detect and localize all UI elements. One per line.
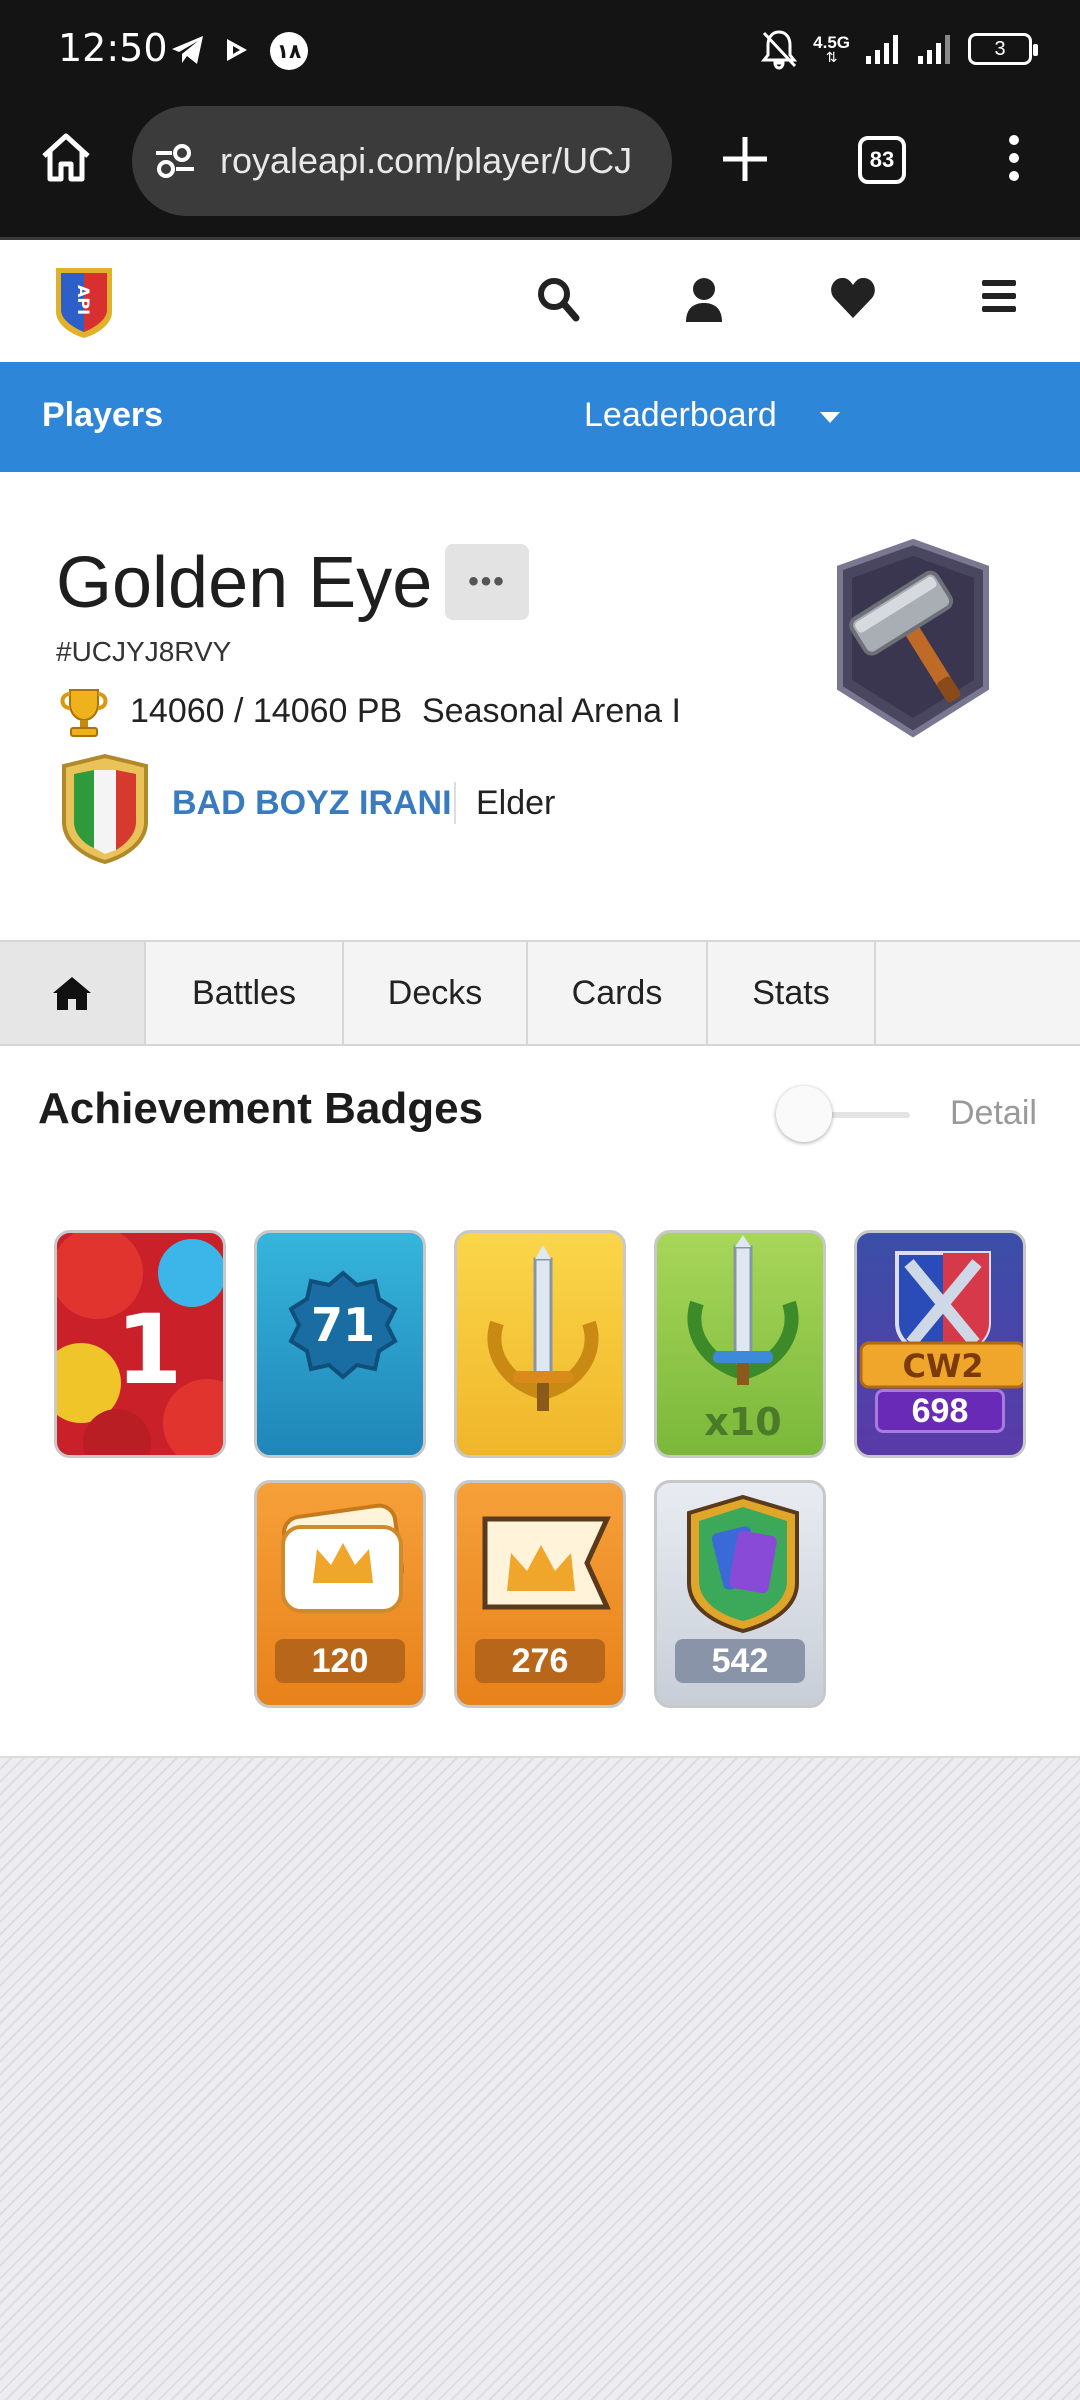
url-text[interactable]: royaleapi.com/player/UCJ [220, 140, 650, 182]
level-badge[interactable]: 71 [254, 1230, 426, 1458]
badge-value: 542 [675, 1639, 805, 1683]
notification-icon: ١٨ [270, 32, 308, 70]
section-nav: Players Leaderboard [0, 362, 1080, 472]
achievement-badges-section: Achievement Badges Detail 1 71 x10 CW2 6… [0, 1046, 1080, 1758]
address-bar[interactable]: royaleapi.com/player/UCJ [132, 106, 672, 216]
clan-role: Elder [476, 784, 556, 822]
card-collection-badge[interactable]: 542 [654, 1480, 826, 1708]
detail-label: Detail [950, 1094, 1037, 1132]
home-icon[interactable] [38, 130, 94, 186]
clan-link[interactable]: BAD BOYZ IRANI [172, 784, 452, 823]
status-bar: 12:50 ١٨ 4.5G ⇅ 3 [0, 0, 1080, 100]
clan-wars-badge[interactable]: CW2 698 [854, 1230, 1026, 1458]
signal-icon [866, 35, 898, 64]
trophy-count: 14060 / 14060 PB [130, 692, 403, 730]
player-name: Golden Eye [56, 543, 433, 623]
tab-stats[interactable]: Stats [708, 942, 876, 1044]
battery-icon: 3 [968, 33, 1038, 65]
badge-value: 276 [475, 1639, 605, 1683]
gold-sword-icon [487, 1245, 599, 1411]
clan-badge-icon[interactable] [56, 752, 154, 866]
logo-text: API [74, 285, 93, 315]
divider [454, 782, 456, 824]
site-header: API [0, 240, 1080, 362]
crown-card-badge[interactable]: 120 [254, 1480, 426, 1708]
browser-toolbar: royaleapi.com/player/UCJ 83 [0, 100, 1080, 240]
green-sword-icon: x10 [687, 1235, 799, 1444]
tab-home[interactable] [0, 942, 146, 1044]
badge-value: 1 [116, 1294, 183, 1406]
status-right: 4.5G ⇅ 3 [759, 28, 1038, 70]
status-time: 12:50 [58, 26, 168, 70]
arena-hammer-icon [837, 538, 989, 738]
balloons-icon: 1 [57, 1233, 223, 1455]
network-indicator: 4.5G ⇅ [813, 34, 850, 65]
player-tag: #UCJYJ8RVY [56, 636, 232, 667]
chevron-down-icon[interactable] [820, 412, 840, 423]
user-icon[interactable] [684, 276, 724, 324]
gold-sword-badge[interactable] [454, 1230, 626, 1458]
section-title: Achievement Badges [38, 1084, 484, 1133]
signal-icon-2 [918, 35, 950, 64]
tab-switcher-button[interactable]: 83 [858, 136, 906, 184]
more-vert-icon[interactable] [1000, 130, 1028, 186]
site-settings-icon[interactable] [152, 141, 198, 181]
badge-value: 71 [311, 1298, 375, 1352]
badge-value: x10 [704, 1400, 781, 1444]
data-arrows-icon: ⇅ [825, 49, 838, 65]
badge-value: 120 [275, 1639, 405, 1683]
green-sword-badge[interactable]: x10 [654, 1230, 826, 1458]
crown-flag-badge[interactable]: 276 [454, 1480, 626, 1708]
tab-battles[interactable]: Battles [146, 942, 344, 1044]
more-options-button[interactable]: ••• [445, 544, 529, 620]
level-star-icon: 71 [288, 1270, 398, 1380]
play-icon [227, 39, 247, 61]
tab-cards[interactable]: Cards [528, 942, 708, 1044]
new-tab-icon[interactable] [718, 132, 772, 186]
detail-toggle[interactable] [776, 1086, 832, 1142]
ranked-1-badge[interactable]: 1 [54, 1230, 226, 1458]
nav-players[interactable]: Players [42, 396, 163, 435]
player-profile: Golden Eye ••• #UCJYJ8RVY 14060 / 14060 … [0, 472, 1080, 940]
home-icon [53, 977, 91, 1010]
telegram-icon [172, 36, 203, 64]
profile-tabs: Battles Decks Cards Stats [0, 940, 1080, 1046]
badge-label: CW2 [902, 1347, 983, 1385]
arena-name: Seasonal Arena I [422, 692, 681, 730]
royaleapi-logo[interactable]: API [50, 262, 118, 340]
nav-leaderboard[interactable]: Leaderboard [584, 396, 777, 435]
empty-background [0, 1758, 1080, 2400]
badge-value: 698 [875, 1389, 1005, 1433]
trophy-icon [60, 689, 108, 737]
hamburger-menu-icon[interactable] [980, 276, 1018, 316]
tab-decks[interactable]: Decks [344, 942, 528, 1044]
silent-bell-icon [761, 30, 798, 70]
heart-icon[interactable] [830, 276, 876, 320]
search-icon[interactable] [536, 276, 580, 324]
